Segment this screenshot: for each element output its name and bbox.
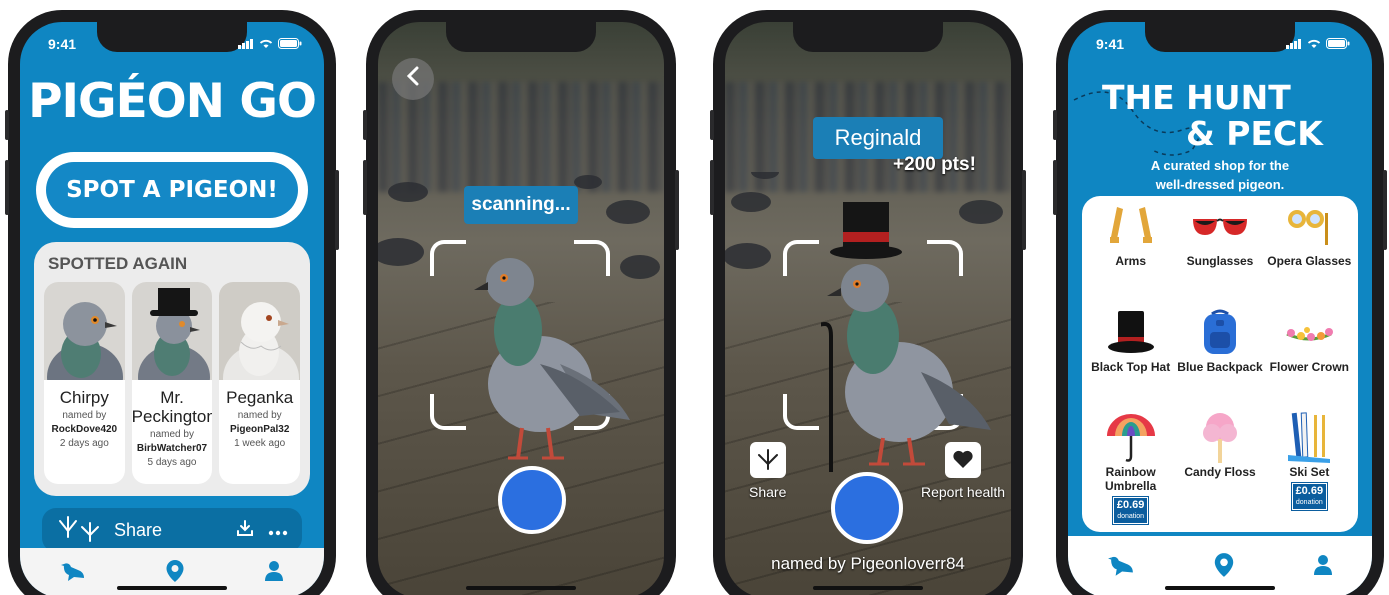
card-named-by: named by bbox=[237, 410, 282, 421]
notch bbox=[446, 22, 596, 52]
battery-icon bbox=[278, 36, 302, 52]
camera-view: scanning... bbox=[378, 22, 664, 595]
shop-title-line2: & PECK bbox=[1186, 114, 1323, 153]
card-user: RockDove420 bbox=[51, 424, 118, 435]
back-button[interactable] bbox=[392, 58, 434, 100]
card-name: Peganka bbox=[226, 388, 294, 407]
scanning-label: scanning... bbox=[464, 186, 578, 224]
share-action[interactable]: Share bbox=[749, 442, 786, 500]
shutter-button[interactable] bbox=[498, 466, 566, 534]
report-health-action[interactable]: Report health bbox=[921, 442, 1005, 500]
card-named-by: named by bbox=[62, 410, 107, 421]
card-name: Mr. Peckington bbox=[131, 388, 213, 426]
pigeon-name-tag: Reginald bbox=[813, 117, 943, 159]
share-bar[interactable]: Share bbox=[42, 508, 302, 552]
pigeon-subject bbox=[474, 258, 630, 460]
card-name: Chirpy bbox=[59, 388, 109, 407]
app-title: PIGÉON GO bbox=[28, 74, 317, 129]
ski-set-icon bbox=[1284, 411, 1334, 468]
umbrella-icon bbox=[1105, 412, 1157, 467]
share-label: Share bbox=[749, 484, 787, 500]
candy-floss-icon bbox=[1200, 411, 1240, 468]
pigeon-photo bbox=[131, 282, 213, 380]
share-label: Share bbox=[114, 519, 163, 540]
named-by-label: named by Pigeonloverr84 bbox=[771, 554, 965, 573]
shop-item-ski-set[interactable]: Ski Set £0.69 donation bbox=[1265, 411, 1354, 524]
pigeon-card-mr-peckington[interactable]: Mr. Peckington named by BirbWatcher07 5 … bbox=[131, 282, 213, 484]
spot-a-pigeon-button[interactable]: SPOT A PIGEON! bbox=[46, 162, 298, 218]
home-indicator bbox=[813, 586, 923, 590]
status-bar: 9:41 bbox=[1096, 36, 1350, 52]
pigeon-photo bbox=[219, 282, 301, 380]
top-hat-icon bbox=[1107, 309, 1155, 358]
footprints-icon bbox=[56, 513, 104, 548]
battery-icon bbox=[1326, 36, 1350, 52]
notch bbox=[793, 22, 943, 52]
arms-icon bbox=[1107, 205, 1155, 252]
shop-item-flower-crown[interactable]: Flower Crown bbox=[1265, 310, 1354, 416]
report-health-label: Report health bbox=[921, 484, 1006, 500]
backpack-icon bbox=[1198, 308, 1242, 359]
shop-screen: 9:41 THE HUNT & PECK A curated shop for … bbox=[1068, 22, 1372, 595]
price-tag[interactable]: £0.69 donation bbox=[1111, 496, 1150, 525]
tab-profile-icon[interactable] bbox=[264, 560, 284, 587]
opera-glasses-icon bbox=[1285, 207, 1333, 250]
spot-button-frame: SPOT A PIGEON! bbox=[36, 152, 308, 228]
home-indicator bbox=[1165, 586, 1275, 590]
card-time: 1 week ago bbox=[234, 438, 286, 449]
pigeon-with-top-hat bbox=[821, 202, 991, 472]
phone-scanning: scanning... bbox=[363, 10, 679, 595]
pigeon-card-chirpy[interactable]: Chirpy named by RockDove420 2 days ago bbox=[44, 282, 125, 484]
flower-crown-icon bbox=[1283, 318, 1335, 349]
tab-map-pin-icon[interactable] bbox=[165, 559, 185, 588]
shop-title-line1: THE HUNT bbox=[1102, 78, 1291, 117]
camera-view: Reginald +200 pts! Share Report health n… bbox=[725, 22, 1011, 595]
footprint-icon bbox=[756, 448, 780, 473]
phone-home: 9:41 PIGÉON GO SPOT A PIGEON! SPOTTED AG… bbox=[5, 10, 339, 595]
status-time: 9:41 bbox=[1096, 36, 1125, 52]
chevron-left-icon bbox=[406, 65, 420, 92]
shop-title: THE HUNT & PECK bbox=[1068, 80, 1372, 152]
download-icon[interactable] bbox=[236, 519, 254, 542]
home-indicator bbox=[466, 586, 576, 590]
more-icon[interactable] bbox=[268, 520, 288, 541]
card-user: PigeonPal32 bbox=[229, 424, 290, 435]
signal-icon bbox=[1286, 36, 1302, 52]
card-user: BirbWatcher07 bbox=[136, 443, 208, 454]
tab-profile-icon[interactable] bbox=[1313, 554, 1333, 581]
sunglasses-icon bbox=[1191, 215, 1249, 242]
status-time: 9:41 bbox=[48, 36, 77, 52]
pigeon-card-peganka[interactable]: Peganka named by PigeonPal32 1 week ago bbox=[219, 282, 301, 484]
home-screen: 9:41 PIGÉON GO SPOT A PIGEON! SPOTTED AG… bbox=[20, 22, 324, 595]
tab-pigeon-icon[interactable] bbox=[60, 560, 86, 587]
tab-map-pin-icon[interactable] bbox=[1213, 552, 1235, 583]
heart-icon bbox=[952, 449, 974, 472]
points-earned: +200 pts! bbox=[893, 154, 976, 175]
tab-pigeon-icon[interactable] bbox=[1107, 553, 1135, 582]
card-time: 5 days ago bbox=[147, 457, 197, 468]
signal-icon bbox=[238, 36, 254, 52]
price-tag[interactable]: £0.69 donation bbox=[1290, 482, 1329, 511]
shop-item-sunglasses[interactable]: Sunglasses bbox=[1175, 204, 1264, 310]
shop-item-rainbow-umbrella[interactable]: Rainbow Umbrella £0.69 donation bbox=[1086, 412, 1175, 525]
spotted-again-title: SPOTTED AGAIN bbox=[48, 254, 188, 273]
shop-item-candy-floss[interactable]: Candy Floss bbox=[1175, 412, 1264, 524]
card-time: 2 days ago bbox=[59, 438, 109, 449]
spotted-again-panel: SPOTTED AGAIN Chirpy named by RockDove42… bbox=[34, 242, 310, 496]
wifi-icon bbox=[259, 36, 273, 52]
home-indicator bbox=[117, 586, 227, 590]
shop-item-arms[interactable]: Arms bbox=[1086, 204, 1175, 310]
phone-result: Reginald +200 pts! Share Report health n… bbox=[710, 10, 1026, 595]
card-named-by: named by bbox=[150, 429, 194, 440]
shop-item-opera-glasses[interactable]: Opera Glasses bbox=[1265, 204, 1354, 310]
shop-item-blue-backpack[interactable]: Blue Backpack bbox=[1175, 308, 1264, 416]
shutter-button[interactable] bbox=[831, 472, 903, 544]
phone-shop: 9:41 THE HUNT & PECK A curated shop for … bbox=[1053, 10, 1387, 595]
pigeon-photo bbox=[44, 282, 125, 380]
shop-subtitle: A curated shop for the well-dressed pige… bbox=[1150, 158, 1290, 192]
shop-item-black-top-hat[interactable]: Black Top Hat bbox=[1086, 310, 1175, 416]
status-bar: 9:41 bbox=[48, 36, 302, 52]
shop-grid: Arms Sunglasses Opera Glasses Black Top … bbox=[1082, 196, 1358, 532]
wifi-icon bbox=[1307, 36, 1321, 52]
